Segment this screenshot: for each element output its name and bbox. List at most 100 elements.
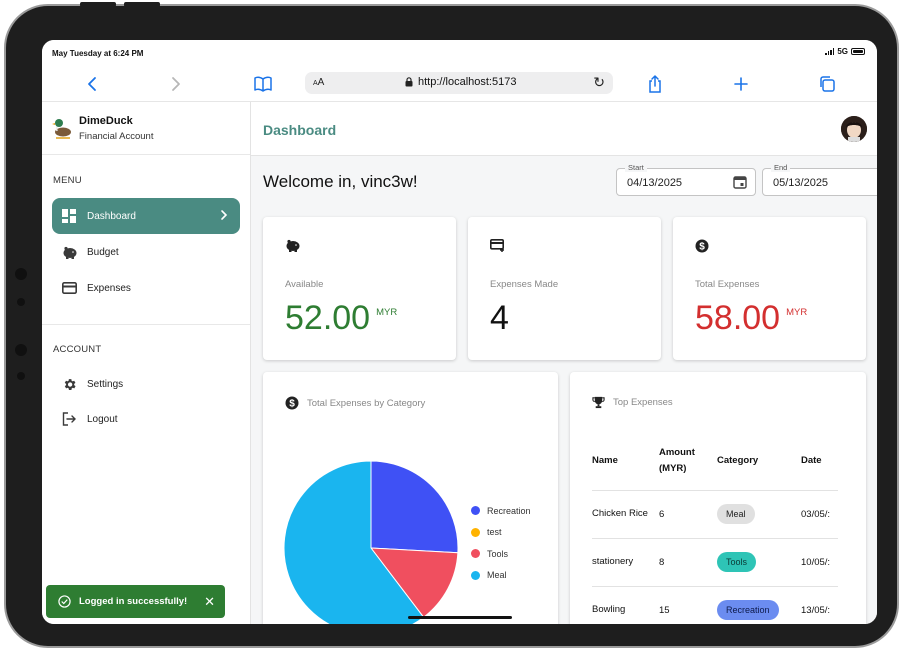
sidebar-item-label: Budget [87,246,119,258]
card-add-icon [490,239,504,252]
camera-dot [15,268,27,280]
volume-button [80,2,116,7]
svg-text:$: $ [289,399,295,410]
dollar-circle-icon: $ [695,239,709,253]
expense-category: Recreation [717,586,801,624]
category-chart-card: $ Total Expenses by Category Recreation t… [263,372,558,624]
new-tab-button[interactable] [731,74,751,94]
success-toast: Logged in successfully! ✕ [46,585,225,618]
avatar[interactable] [841,116,867,142]
start-date-field[interactable]: Start 04/13/2025 [616,163,756,196]
start-date-value: 04/13/2025 [627,177,683,189]
lock-icon [405,77,413,87]
sidebar-item-expenses[interactable]: Expenses [52,270,240,306]
url-text: http://localhost:5173 [418,76,517,88]
legend-item[interactable]: test [471,522,531,544]
reload-icon[interactable]: ↻ [593,74,605,91]
category-chip: Tools [717,552,757,572]
page-title: Dashboard [263,122,337,138]
power-button [124,2,160,7]
sidebar-item-label: Expenses [87,282,131,294]
expense-name: stationery [592,538,659,587]
pie-slice-recreation[interactable] [370,460,459,554]
piggy-bank-icon [286,239,300,252]
share-button[interactable] [645,74,665,94]
sidebar-item-label: Logout [87,413,118,425]
address-bar[interactable]: AAAA http://localhost:5173 ↻ [305,72,613,94]
sensor-dot [17,298,25,306]
top-expenses-card: Top Expenses Name Amount (MYR) Category … [570,372,866,624]
table-row[interactable]: stationery 8 Tools 10/05/: [592,538,839,587]
brand-name: DimeDuck [79,115,133,127]
legend-swatch [471,506,480,516]
expense-amount: 6 [659,490,717,539]
legend-label: Meal [487,570,507,581]
tabs-button[interactable] [817,74,837,94]
sidebar-item-budget[interactable]: Budget [52,234,240,270]
legend-swatch [471,527,480,537]
expense-name: Chicken Rice [592,490,659,539]
text-size-button[interactable]: AAAA [313,77,324,88]
plus-icon [734,77,748,91]
end-date-field[interactable]: End 05/13/2025 [762,163,877,196]
legend-item[interactable]: Meal [471,565,531,587]
dollar-circle-icon: $ [285,396,299,410]
column-header: Amount (MYR) [659,432,717,491]
table-row[interactable]: Chicken Rice 6 Meal 03/05/: [592,490,839,539]
forward-button[interactable] [166,74,186,94]
menu-section-title: MENU [53,175,82,186]
camera-dot [15,344,27,356]
legend-label: test [487,527,502,538]
browser-toolbar: AAAA http://localhost:5173 ↻ [42,66,877,102]
top-expenses-table: Name Amount (MYR) Category Date Chicken … [592,432,839,624]
stat-label: Total Expenses [695,279,760,290]
battery-icon [851,48,865,55]
available-card: Available 52.00 MYR [263,217,456,360]
chevron-right-icon [172,77,180,91]
dashboard-icon [61,208,77,224]
bookmarks-button[interactable] [253,74,273,94]
expense-date: 13/05/: [801,586,839,624]
expense-category: Meal [717,490,801,539]
column-header: Date [801,432,839,491]
expense-amount: 15 [659,586,717,624]
status-indicators: 5G [825,47,865,56]
stat-value: 58.00 MYR [695,299,808,337]
legend-item[interactable]: Tools [471,543,531,565]
check-circle-icon [58,595,71,608]
sidebar-divider [42,324,250,325]
sensor-dot [17,372,25,380]
gear-icon [61,376,77,392]
sidebar-item-settings[interactable]: Settings [52,366,240,402]
category-chip: Recreation [717,600,779,620]
screen: May Tuesday at 6:24 PM 5G AAAA [42,40,877,624]
back-button[interactable] [82,74,102,94]
trophy-icon [592,396,605,409]
card-header: $ Total Expenses by Category [285,396,425,410]
calendar-icon[interactable] [733,175,747,189]
expense-name: Bowling [592,586,659,624]
expense-date: 03/05/: [801,490,839,539]
page-header: Dashboard [251,102,877,156]
category-chip: Meal [717,504,755,524]
account-section-title: ACCOUNT [53,344,102,355]
chevron-right-icon [221,210,228,220]
sidebar-item-logout[interactable]: Logout [52,401,240,437]
sidebar-item-label: Settings [87,378,124,390]
legend-label: Recreation [487,505,531,516]
table-row[interactable]: Bowling 15 Recreation 13/05/: [592,586,839,624]
table-title: Top Expenses [613,397,673,408]
sidebar-item-dashboard[interactable]: Dashboard [52,198,240,234]
close-icon[interactable]: ✕ [204,594,215,610]
end-date-label: End [771,163,791,172]
expense-date: 10/05/: [801,538,839,587]
logout-icon [61,411,77,427]
legend-item[interactable]: Recreation [471,500,531,522]
legend-swatch [471,570,480,580]
credit-card-icon [61,280,77,296]
category-pie-chart [283,460,459,624]
start-date-label: Start [625,163,647,172]
sidebar-item-label: Dashboard [87,210,136,222]
stat-value: 4 [490,299,509,337]
chart-legend: Recreation test Tools Meal [471,500,531,586]
